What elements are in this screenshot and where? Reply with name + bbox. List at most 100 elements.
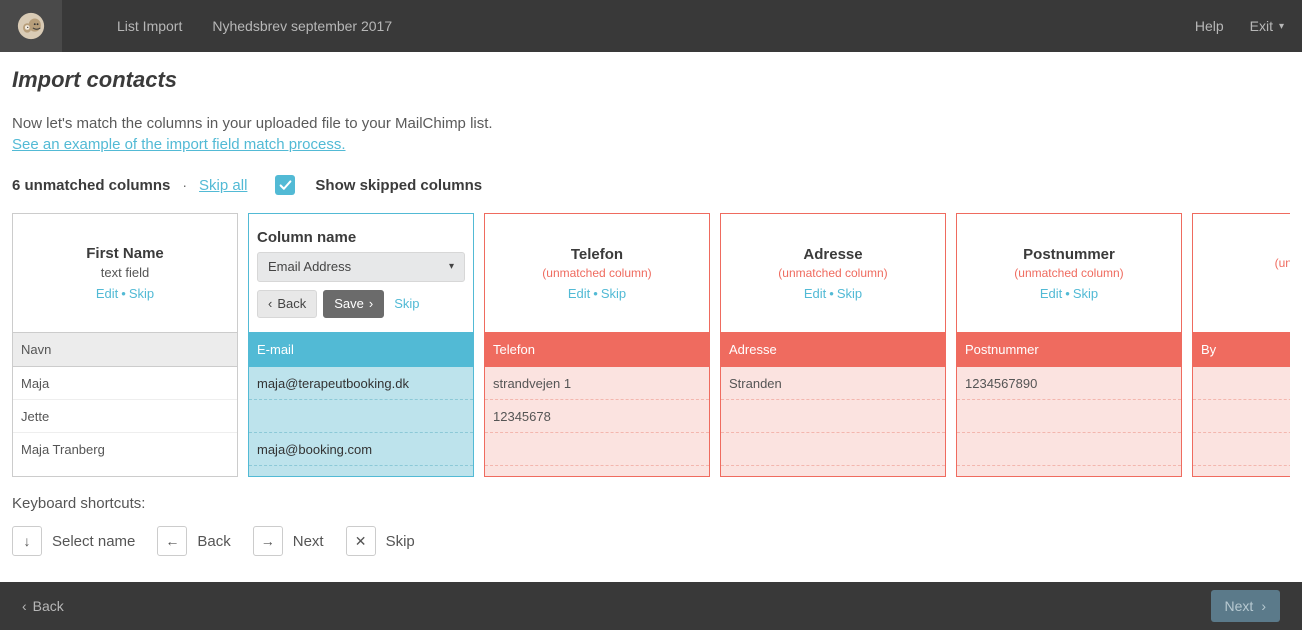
unmatched-label: (unmat <box>1275 256 1290 270</box>
footer-bar: ‹ Back Next › <box>0 582 1302 630</box>
edit-link[interactable]: Edit <box>1040 286 1062 301</box>
skip-link[interactable]: Skip <box>129 286 154 301</box>
topbar: List Import Nyhedsbrev september 2017 He… <box>0 0 1302 52</box>
table-row: maja@booking.com <box>249 433 473 466</box>
chevron-left-icon: ‹ <box>22 598 27 614</box>
dot-sep: · <box>182 177 187 193</box>
table-row: Stranden <box>721 367 945 400</box>
show-skipped-checkbox[interactable] <box>275 175 295 195</box>
back-button[interactable]: ‹ Back <box>257 290 317 318</box>
chevron-right-icon: › <box>1261 598 1266 614</box>
column-data: strandvejen 1 12345678 <box>484 367 710 477</box>
column-title-row: By <box>1192 333 1290 367</box>
skip-all-link[interactable]: Skip all <box>199 177 247 194</box>
column-name-label: Column name <box>257 229 356 246</box>
mailchimp-icon <box>16 11 46 41</box>
footer-back-button[interactable]: ‹ Back <box>22 598 64 614</box>
column-title-row: Navn <box>12 333 238 367</box>
table-row <box>957 433 1181 466</box>
chevron-down-icon: ▾ <box>1279 21 1284 32</box>
column-data: 1234567890 <box>956 367 1182 477</box>
page-subtitle: Now let's match the columns in your uplo… <box>12 115 1290 132</box>
key-left-icon: ← <box>157 526 187 556</box>
column-name: Adresse <box>803 246 862 263</box>
topbar-list-import[interactable]: List Import <box>117 18 182 34</box>
column-header: Telefon (unmatched column) Edit•Skip <box>484 213 710 333</box>
table-row <box>721 433 945 466</box>
table-row: strandvejen 1 <box>485 367 709 400</box>
column-data: maja@terapeutbooking.dk maja@booking.com <box>248 367 474 477</box>
example-link[interactable]: See an example of the import field match… <box>12 136 346 153</box>
column-header: Adresse (unmatched column) Edit•Skip <box>720 213 946 333</box>
topbar-exit[interactable]: Exit ▾ <box>1250 18 1284 34</box>
table-row <box>1193 400 1290 433</box>
column-name: Telefon <box>571 246 623 263</box>
footer-back-label: Back <box>33 598 64 614</box>
unmatched-label: (unmatched column) <box>1014 266 1123 280</box>
main-content: Import contacts Now let's match the colu… <box>0 52 1302 568</box>
table-row: Maja Tranberg <box>13 433 237 466</box>
column-data: Maja Jette Maja Tranberg <box>12 367 238 477</box>
key-right-icon: → <box>253 526 283 556</box>
table-row: Maja <box>13 367 237 400</box>
show-skipped-label: Show skipped columns <box>315 177 482 194</box>
kbd-skip-label: Skip <box>386 533 415 550</box>
column-title-row: E-mail <box>248 333 474 367</box>
column-header: Postnummer (unmatched column) Edit•Skip <box>956 213 1182 333</box>
column-title-row: Postnummer <box>956 333 1182 367</box>
chevron-down-icon: ▾ <box>449 261 454 272</box>
column-title-row: Telefon <box>484 333 710 367</box>
column-matched: First Name text field Edit•Skip Navn Maj… <box>12 213 238 477</box>
table-row <box>1193 367 1290 400</box>
column-unmatched-cut: (unmat Edi By <box>1192 213 1290 477</box>
unmatched-label: (unmatched column) <box>778 266 887 280</box>
column-data: Stranden <box>720 367 946 477</box>
column-name: First Name <box>86 245 164 262</box>
table-row <box>721 400 945 433</box>
footer-next-button[interactable]: Next › <box>1211 590 1280 622</box>
check-icon <box>279 179 292 192</box>
table-row: maja@terapeutbooking.dk <box>249 367 473 400</box>
columns-wrap: First Name text field Edit•Skip Navn Maj… <box>12 213 1290 477</box>
table-row: 1234567890 <box>957 367 1181 400</box>
skip-link[interactable]: Skip <box>394 296 419 311</box>
table-row <box>249 400 473 433</box>
chevron-left-icon: ‹ <box>268 296 272 311</box>
key-x-icon: ✕ <box>346 526 376 556</box>
edit-link[interactable]: Edit <box>804 286 826 301</box>
keyboard-shortcuts: Keyboard shortcuts: ↓ Select name ← Back… <box>12 495 1290 556</box>
table-row <box>957 400 1181 433</box>
edit-link[interactable]: Edit <box>568 286 590 301</box>
column-data <box>1192 367 1290 477</box>
skip-link[interactable]: Skip <box>1073 286 1098 301</box>
table-row <box>1193 433 1290 466</box>
skip-link[interactable]: Skip <box>601 286 626 301</box>
back-label: Back <box>277 296 306 311</box>
save-label: Save <box>334 296 364 311</box>
brand-logo[interactable] <box>0 0 62 52</box>
kbd-back-label: Back <box>197 533 230 550</box>
unmatched-summary: 6 unmatched columns <box>12 177 170 194</box>
save-button[interactable]: Save › <box>323 290 384 318</box>
topbar-exit-label: Exit <box>1250 18 1273 34</box>
topbar-campaign[interactable]: Nyhedsbrev september 2017 <box>212 18 392 34</box>
column-name: Postnummer <box>1023 246 1115 263</box>
column-unmatched: Postnummer (unmatched column) Edit•Skip … <box>956 213 1182 477</box>
skip-link[interactable]: Skip <box>837 286 862 301</box>
field-type-dropdown[interactable]: Email Address ▾ <box>257 252 465 282</box>
dropdown-value: Email Address <box>268 259 351 274</box>
column-title-row: Adresse <box>720 333 946 367</box>
kbd-select-label: Select name <box>52 533 135 550</box>
page-title: Import contacts <box>12 67 1290 93</box>
table-row: 12345678 <box>485 400 709 433</box>
edit-link[interactable]: Edit <box>96 286 118 301</box>
topbar-help[interactable]: Help <box>1195 18 1224 34</box>
column-header: First Name text field Edit•Skip <box>12 213 238 333</box>
unmatched-label: (unmatched column) <box>542 266 651 280</box>
column-type: text field <box>101 265 149 280</box>
kbd-title: Keyboard shortcuts: <box>12 495 1290 512</box>
column-header: (unmat Edi <box>1192 213 1290 333</box>
column-active: Column name Email Address ▾ ‹ Back Save … <box>248 213 474 477</box>
column-unmatched: Telefon (unmatched column) Edit•Skip Tel… <box>484 213 710 477</box>
table-row <box>485 433 709 466</box>
